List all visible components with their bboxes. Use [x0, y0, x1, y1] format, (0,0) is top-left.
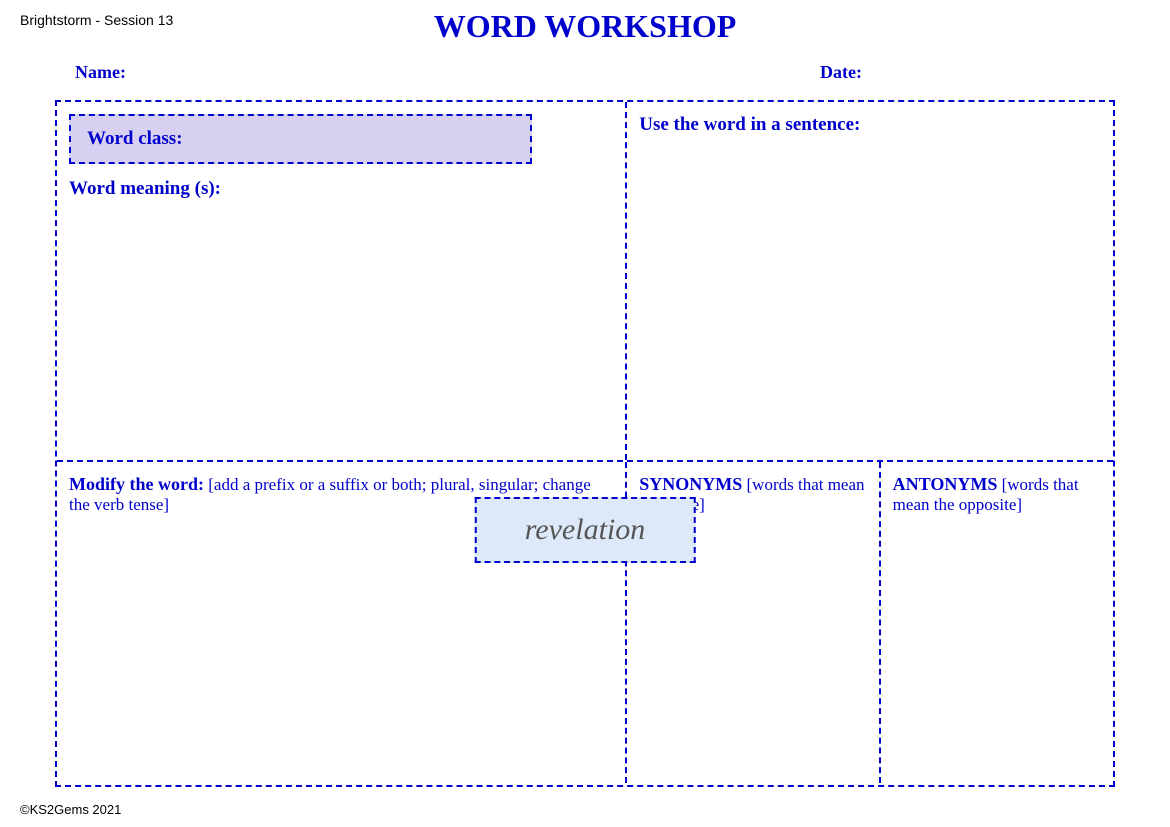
word-class-box: Word class: [69, 114, 532, 164]
antonyms-label-bold: ANTONYMS [893, 474, 998, 494]
main-container: Word class: Word meaning (s): Use the wo… [55, 100, 1115, 787]
page-title: WORD WORKSHOP [0, 8, 1170, 45]
center-word-box: revelation [475, 497, 696, 563]
center-word-text: revelation [525, 513, 646, 546]
modify-label-bold: Modify the word: [69, 474, 204, 494]
copyright-label: ©KS2Gems 2021 [20, 802, 121, 817]
use-sentence-label: Use the word in a sentence: [639, 114, 1101, 136]
antonyms-label: ANTONYMS [words that mean the opposite] [893, 474, 1101, 515]
center-word-container: revelation [475, 497, 696, 563]
word-class-label: Word class: [87, 128, 183, 149]
synonyms-label-bold: SYNONYMS [639, 474, 742, 494]
name-label: Name: [75, 62, 126, 83]
top-section: Word class: Word meaning (s): Use the wo… [57, 102, 1113, 462]
right-panel: Use the word in a sentence: [627, 102, 1113, 460]
date-label: Date: [820, 62, 862, 83]
left-panel: Word class: Word meaning (s): [57, 102, 627, 460]
antonyms-panel: ANTONYMS [words that mean the opposite] [881, 462, 1113, 783]
word-meaning-label: Word meaning (s): [69, 178, 613, 200]
